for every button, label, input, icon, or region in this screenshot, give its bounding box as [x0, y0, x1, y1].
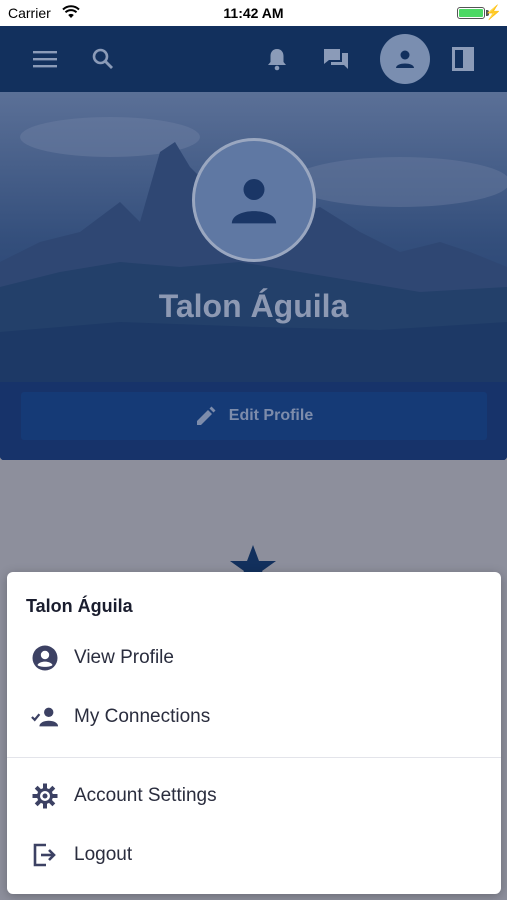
menu-item-view-profile[interactable]: View Profile: [7, 629, 501, 687]
settings-gear-icon: [31, 782, 59, 810]
menu-item-label: Logout: [74, 844, 133, 865]
connections-icon: [31, 703, 59, 731]
logout-icon: [31, 841, 59, 869]
account-circle-icon: [31, 644, 59, 672]
profile-name: Talon Águila: [158, 288, 349, 324]
clock: 11:42 AM: [223, 5, 284, 21]
charging-icon: ⚡: [484, 4, 502, 20]
bell-icon[interactable]: [253, 26, 301, 92]
person-icon: [231, 179, 277, 224]
chat-icon[interactable]: [312, 26, 360, 92]
profile-avatar[interactable]: [192, 138, 316, 262]
top-navbar: [0, 26, 507, 92]
edit-profile-label: Edit Profile: [228, 407, 314, 424]
account-icon[interactable]: [380, 34, 430, 84]
menu-item-label: My Connections: [74, 706, 211, 727]
menu-item-my-connections[interactable]: My Connections: [7, 688, 501, 746]
battery-icon: [457, 7, 485, 19]
menu-item-account-settings[interactable]: Account Settings: [7, 767, 501, 825]
menu-icon[interactable]: [21, 26, 69, 92]
sidebar-icon[interactable]: [439, 26, 487, 92]
status-bar: Carrier 11:42 AM ⚡: [0, 0, 507, 26]
menu-title: Talon Águila: [26, 596, 133, 616]
menu-item-label: View Profile: [74, 647, 174, 668]
edit-profile-button[interactable]: Edit Profile: [21, 392, 487, 440]
account-menu: Talon Águila View Profile My Connections: [7, 572, 501, 894]
menu-divider: [7, 757, 501, 758]
search-icon[interactable]: [79, 26, 127, 92]
profile-header: Talon Águila Edit Profile: [0, 92, 507, 460]
menu-item-logout[interactable]: Logout: [7, 826, 501, 884]
menu-item-label: Account Settings: [74, 785, 217, 806]
pencil-icon: [196, 406, 216, 425]
